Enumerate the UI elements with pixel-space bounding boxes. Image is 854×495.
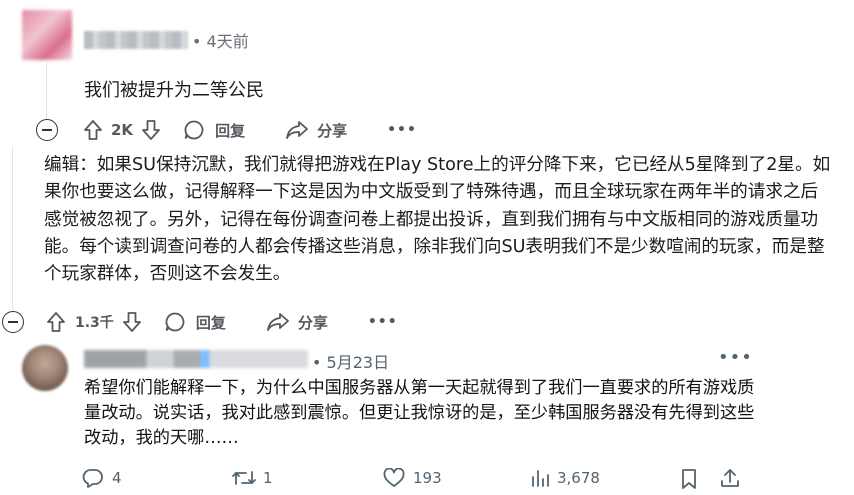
bar-chart-icon bbox=[532, 470, 549, 487]
upvote-button[interactable] bbox=[83, 119, 103, 141]
avatar[interactable] bbox=[22, 345, 68, 391]
bookmark-icon bbox=[682, 469, 696, 489]
reply-label: 回复 bbox=[215, 121, 246, 140]
reply-count: 4 bbox=[112, 469, 122, 487]
downvote-icon bbox=[142, 120, 160, 140]
share-label: 分享 bbox=[297, 313, 328, 332]
avatar[interactable] bbox=[22, 10, 72, 60]
more-options-button[interactable]: ••• bbox=[368, 314, 398, 330]
share-upload-icon bbox=[721, 469, 739, 487]
collapse-button[interactable] bbox=[36, 119, 58, 141]
reply-icon bbox=[82, 469, 103, 488]
comment-timestamp: • 4天前 bbox=[192, 32, 249, 51]
tweet-timestamp: • 5月23日 bbox=[312, 353, 390, 372]
share-label: 分享 bbox=[317, 121, 348, 140]
comment-body: 编辑：如果SU保持沉默，我们就得把游戏在Play Store上的评分降下来，它已… bbox=[44, 155, 831, 285]
comment-bubble-icon bbox=[165, 312, 185, 332]
like-count: 193 bbox=[413, 469, 442, 487]
more-options-button[interactable]: ••• bbox=[718, 347, 753, 368]
share-icon bbox=[266, 313, 289, 331]
heart-icon bbox=[383, 468, 405, 487]
comment-actions: 1.3千 回复 分享 ••• bbox=[2, 308, 398, 336]
reply-button[interactable]: 回复 bbox=[183, 119, 245, 141]
thread-line[interactable] bbox=[12, 146, 13, 310]
username-blurred[interactable] bbox=[84, 31, 188, 49]
comment-body: 我们被提升为二等公民 bbox=[84, 80, 264, 101]
reply-button[interactable]: 4 bbox=[82, 468, 122, 488]
upvote-icon bbox=[47, 312, 65, 332]
downvote-button[interactable] bbox=[141, 119, 161, 141]
comment-actions: 2K 回复 分享 ••• bbox=[36, 116, 417, 144]
share-button[interactable]: 分享 bbox=[285, 119, 347, 141]
like-button[interactable]: 193 bbox=[383, 468, 442, 488]
vote-count: 2K bbox=[111, 121, 134, 139]
share-button[interactable] bbox=[719, 467, 741, 489]
tweet-body: 希望你们能解释一下，为什么中国服务器从第一天起就得到了我们一直要求的所有游戏质量… bbox=[84, 378, 755, 448]
retweet-count: 1 bbox=[263, 469, 273, 487]
username-blurred[interactable] bbox=[84, 350, 308, 368]
retweet-button[interactable]: 1 bbox=[231, 468, 273, 488]
thread-line[interactable] bbox=[46, 62, 47, 120]
downvote-button[interactable] bbox=[122, 311, 142, 333]
retweet-icon bbox=[232, 471, 256, 485]
share-button[interactable]: 分享 bbox=[266, 311, 328, 333]
vote-count: 1.3千 bbox=[75, 315, 114, 331]
comment-bubble-icon bbox=[184, 120, 204, 140]
view-count: 3,678 bbox=[557, 469, 600, 487]
reply-button[interactable]: 回复 bbox=[164, 311, 226, 333]
downvote-icon bbox=[122, 312, 141, 332]
upvote-button[interactable] bbox=[46, 311, 66, 333]
reply-label: 回复 bbox=[195, 313, 226, 332]
more-options-button[interactable]: ••• bbox=[387, 122, 417, 138]
bookmark-button[interactable] bbox=[680, 468, 698, 490]
upvote-icon bbox=[84, 120, 102, 140]
views-button[interactable]: 3,678 bbox=[530, 468, 600, 488]
collapse-button[interactable] bbox=[2, 311, 24, 333]
share-icon bbox=[286, 121, 308, 139]
